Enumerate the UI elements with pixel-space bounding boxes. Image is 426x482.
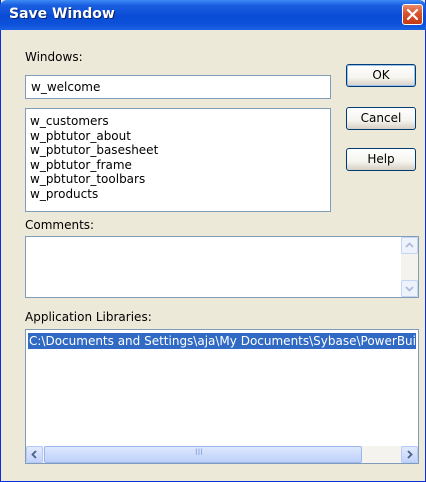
comments-label: Comments:: [25, 218, 95, 232]
list-item[interactable]: w_pbtutor_toolbars: [30, 172, 158, 187]
save-window-dialog: Save Window Windows: w_welcome w_custome…: [0, 0, 426, 482]
cancel-button[interactable]: Cancel: [346, 107, 416, 130]
list-item[interactable]: w_pbtutor_frame: [30, 158, 158, 173]
list-item[interactable]: w_pbtutor_about: [30, 129, 158, 144]
comments-scrollbar[interactable]: [401, 237, 418, 297]
windows-list[interactable]: w_customers w_pbtutor_about w_pbtutor_ba…: [25, 108, 331, 212]
list-item[interactable]: w_customers: [30, 114, 158, 129]
scroll-grip: III: [195, 448, 203, 458]
windows-label: Windows:: [25, 50, 83, 64]
arrow-right-icon: [407, 450, 413, 459]
arrow-left-icon: [31, 450, 37, 459]
scroll-right-button[interactable]: [401, 446, 418, 463]
scroll-down-button[interactable]: [401, 280, 418, 297]
scroll-left-button[interactable]: [26, 446, 43, 463]
dialog-title: Save Window: [9, 6, 115, 22]
help-button[interactable]: Help: [346, 148, 416, 171]
window-name-value: w_welcome: [31, 80, 101, 94]
arrow-down-icon: [405, 286, 414, 292]
list-item[interactable]: w_pbtutor_basesheet: [30, 143, 158, 158]
title-bar: Save Window: [0, 0, 426, 30]
comments-textarea[interactable]: [25, 236, 419, 298]
libraries-hscrollbar[interactable]: III: [26, 446, 418, 463]
list-item[interactable]: w_products: [30, 187, 158, 202]
ok-button[interactable]: OK: [346, 64, 416, 87]
library-item[interactable]: C:\Documents and Settings\aja\My Documen…: [28, 333, 416, 349]
close-button[interactable]: [402, 4, 423, 25]
scroll-up-button[interactable]: [401, 237, 418, 254]
close-icon: [406, 8, 419, 21]
arrow-up-icon: [405, 242, 414, 248]
libraries-list[interactable]: C:\Documents and Settings\aja\My Documen…: [25, 329, 419, 464]
windows-list-items: w_customers w_pbtutor_about w_pbtutor_ba…: [30, 114, 158, 201]
scroll-thumb[interactable]: III: [44, 446, 362, 463]
libraries-label: Application Libraries:: [25, 310, 152, 324]
window-name-input[interactable]: w_welcome: [25, 75, 331, 99]
